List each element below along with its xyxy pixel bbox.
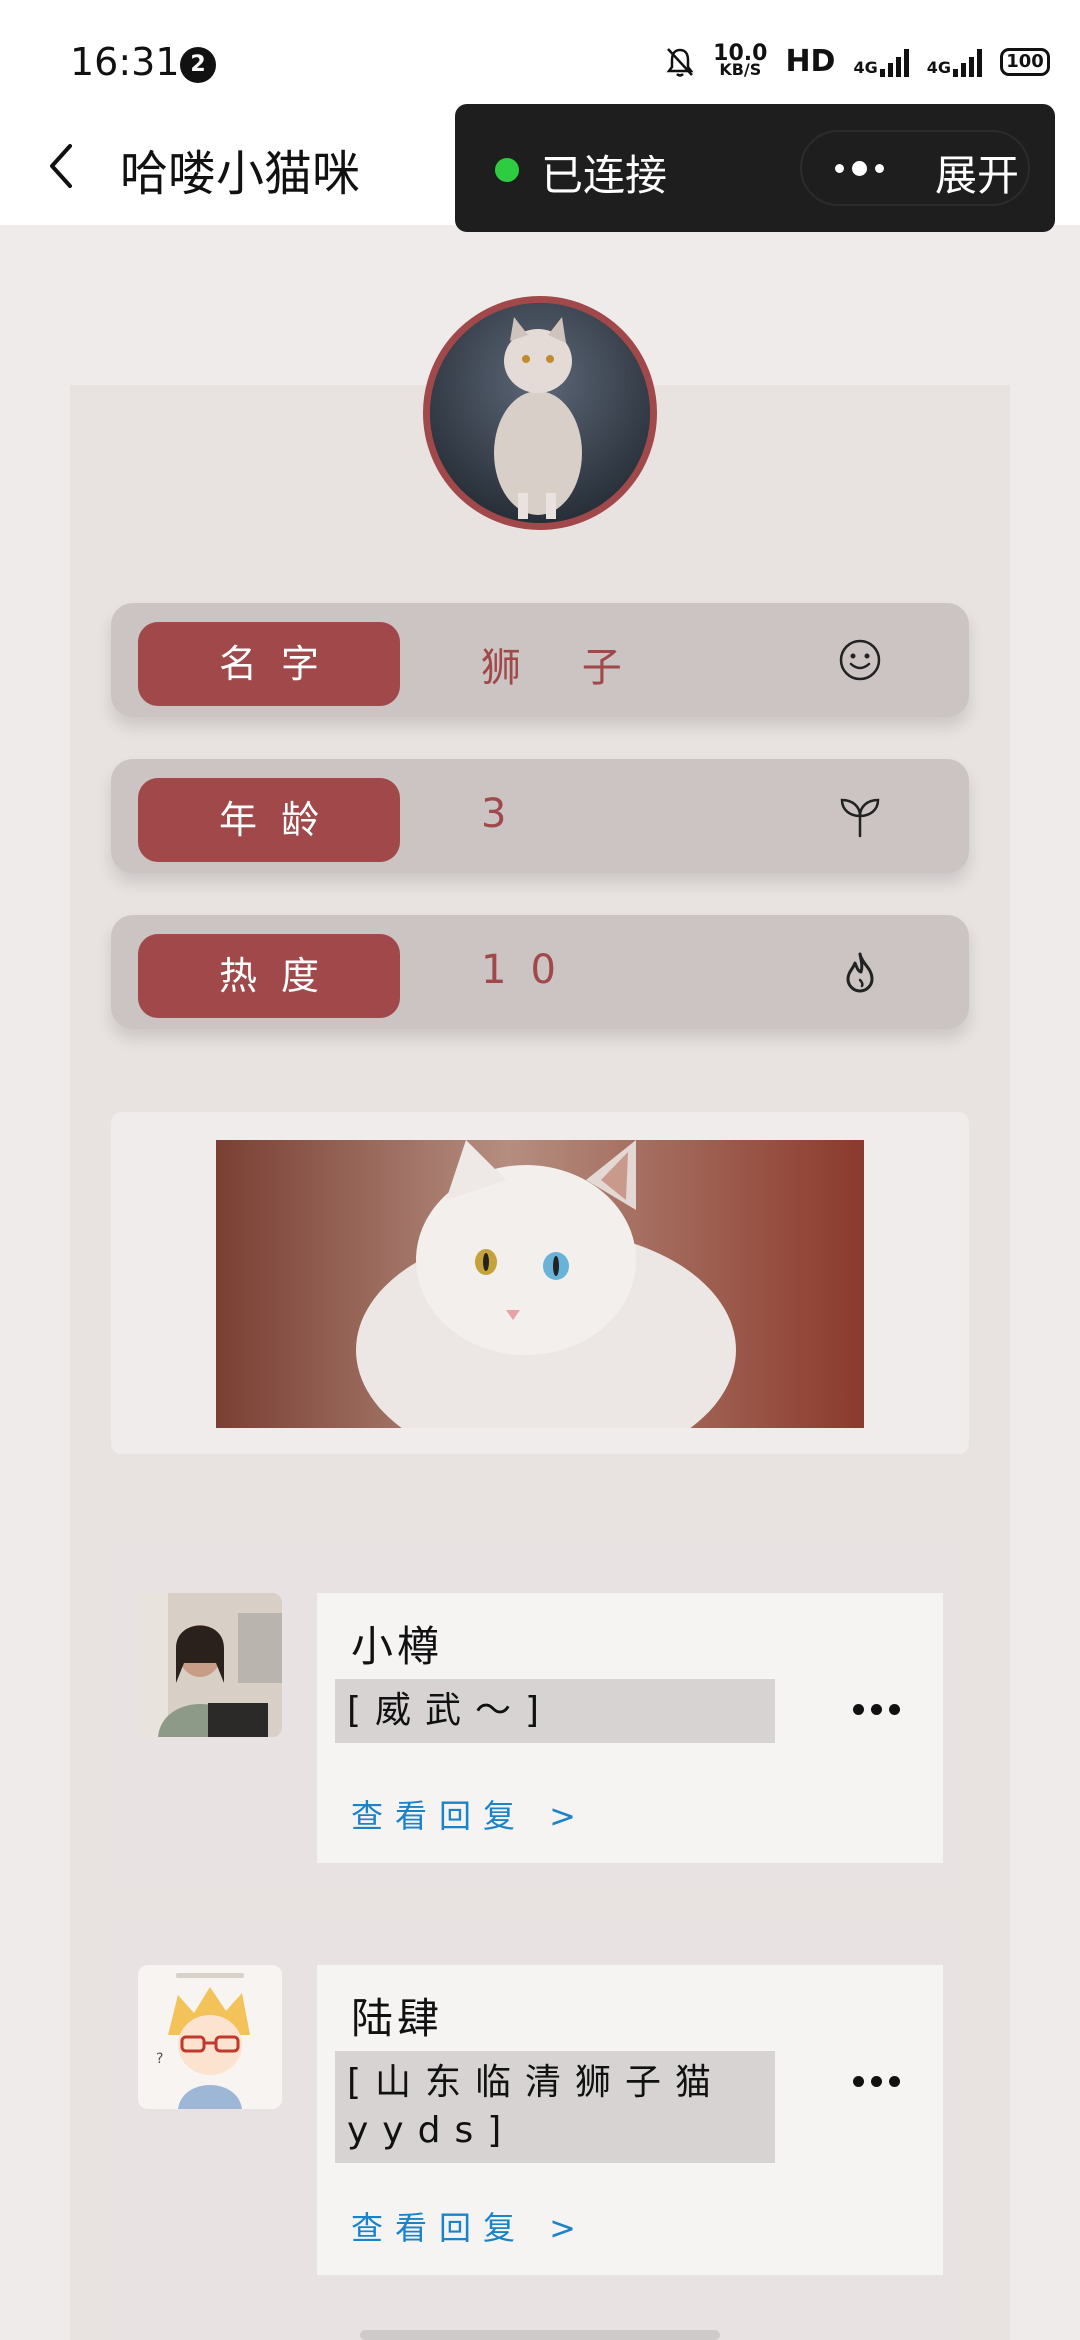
popularity-label: 热度: [138, 934, 400, 1018]
signal-bars-1-icon: [879, 47, 909, 77]
network-speed: 10.0 KB/S: [713, 42, 767, 79]
commenter-cartoon-avatar: ?: [138, 1965, 282, 2109]
connected-dot-icon: [495, 158, 519, 182]
smile-icon: [839, 639, 881, 681]
white-cat-image: [216, 1140, 864, 1428]
comment-more-icon[interactable]: [853, 2076, 900, 2087]
comment-text: [山东临清狮子猫yyds]: [335, 2051, 775, 2163]
signal-2: 4G: [927, 47, 982, 77]
commenter-name: 陆肆: [351, 1994, 444, 2043]
signal-1: 4G: [853, 47, 909, 77]
cat-avatar-image: [430, 303, 650, 523]
popularity-value: 10: [481, 947, 580, 993]
notification-count-badge: 2: [180, 47, 216, 83]
flame-icon: [846, 952, 874, 993]
mute-bell-icon: [666, 47, 694, 77]
cat-photo-card: [111, 1112, 969, 1454]
cat-avatar: [423, 296, 657, 530]
page-title: 哈喽小猫咪: [120, 146, 361, 202]
name-value: 狮 子: [481, 645, 646, 691]
commenter-avatar[interactable]: [138, 1593, 282, 1737]
back-arrow-icon[interactable]: [40, 136, 84, 196]
info-row-name: 名字 狮 子: [111, 603, 969, 717]
status-time: 16:31: [70, 40, 180, 84]
status-icons: 10.0 KB/S HD 4G 4G 100: [665, 42, 1050, 79]
sprout-icon: [840, 798, 880, 838]
commenter-photo: [138, 1593, 282, 1737]
network-speed-unit: KB/S: [719, 59, 762, 79]
connection-panel: 已连接 展开: [455, 104, 1055, 232]
age-label: 年龄: [138, 778, 400, 862]
view-replies-link[interactable]: 查看回复 >: [351, 2203, 588, 2249]
hd-indicator: HD: [785, 44, 836, 79]
home-indicator[interactable]: [360, 2330, 720, 2340]
svg-text:?: ?: [156, 2051, 163, 2067]
signal-bars-2-icon: [953, 47, 982, 77]
battery-icon: 100: [1000, 47, 1050, 76]
comment-body: 陆肆 [山东临清狮子猫yyds] 查看回复 >: [317, 1965, 943, 2275]
view-replies-link[interactable]: 查看回复 >: [351, 1791, 588, 1837]
comment-card: ? 陆肆 [山东临清狮子猫yyds] 查看回复 >: [111, 1918, 969, 2340]
info-row-popularity: 热度 10: [111, 915, 969, 1029]
network-type-2: 4G: [926, 57, 951, 77]
more-options-icon[interactable]: [835, 161, 884, 176]
network-type-1: 4G: [853, 57, 878, 77]
commenter-avatar[interactable]: ?: [138, 1965, 282, 2109]
cat-photo: [216, 1140, 864, 1428]
age-value: 3: [481, 791, 531, 837]
name-label: 名字: [138, 622, 400, 706]
comment-more-icon[interactable]: [853, 1704, 900, 1715]
connection-status: 已连接: [541, 151, 668, 200]
expand-button[interactable]: 展开: [935, 142, 1019, 203]
info-row-age: 年龄 3: [111, 759, 969, 873]
comment-card: 小樽 [威武～] 查看回复 >: [111, 1546, 969, 1886]
commenter-name: 小樽: [351, 1622, 444, 1671]
comment-text: [威武～]: [335, 1679, 775, 1743]
status-bar: 16:31 2 10.0 KB/S HD 4G 4G 100: [0, 0, 1080, 110]
comment-body: 小樽 [威武～] 查看回复 >: [317, 1593, 943, 1863]
